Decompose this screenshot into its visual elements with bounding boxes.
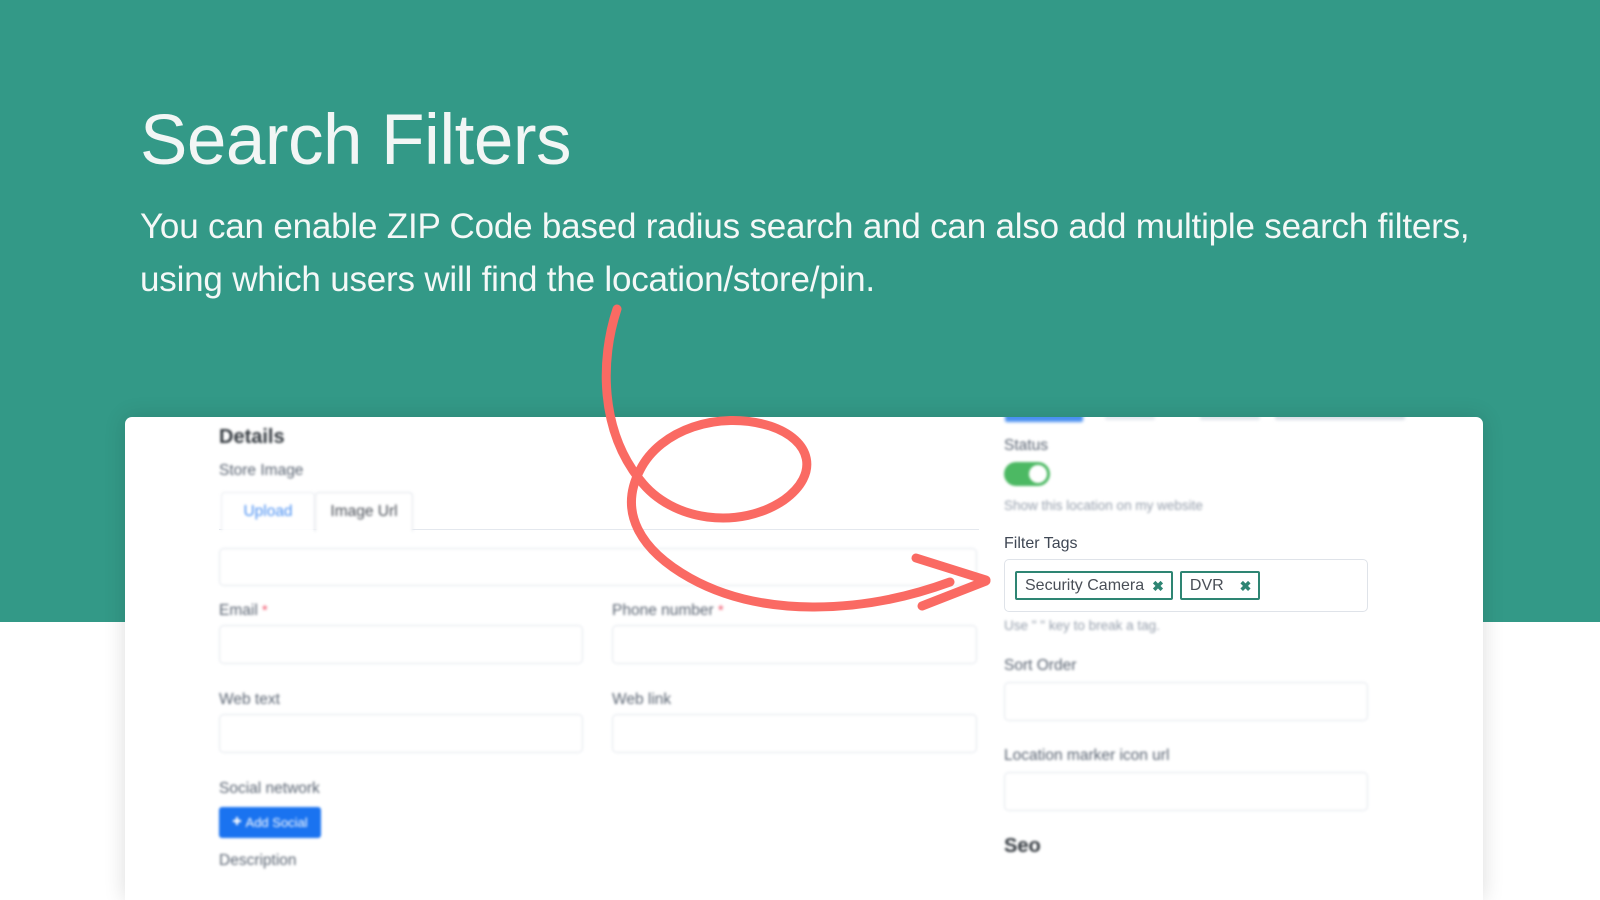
- details-panel: Details Store Image Upload Image Url Ema…: [219, 417, 999, 900]
- tab-upload[interactable]: Upload: [221, 492, 315, 531]
- page-title: Search Filters: [140, 101, 571, 180]
- tag-remove-icon[interactable]: ✖: [1240, 579, 1252, 593]
- description-label: Description: [219, 852, 297, 869]
- status-hint: Show this location on my website: [1004, 498, 1203, 513]
- filter-tags-label: Filter Tags: [1004, 535, 1078, 552]
- app-screenshot-card: Details Store Image Upload Image Url Ema…: [125, 417, 1483, 900]
- sort-order-field[interactable]: [1004, 682, 1368, 721]
- add-social-label: Add Social: [245, 815, 308, 830]
- tag-chip[interactable]: DVR ✖: [1179, 571, 1261, 600]
- image-source-tabs: Upload Image Url: [219, 492, 979, 532]
- phone-label: Phone number *: [612, 602, 724, 620]
- email-label-text: Email: [219, 602, 258, 619]
- web-link-label: Web link: [612, 691, 672, 708]
- toggle-knob: [1029, 465, 1047, 483]
- required-star: *: [257, 602, 268, 619]
- add-social-button[interactable]: ✚ Add Social: [219, 807, 321, 838]
- page-subtitle: You can enable ZIP Code based radius sea…: [140, 207, 1470, 299]
- marker-url-field[interactable]: [1004, 772, 1368, 811]
- details-section-heading: Details: [219, 426, 285, 448]
- email-field[interactable]: [219, 625, 583, 664]
- email-label: Email *: [219, 602, 268, 620]
- status-label: Status: [1004, 437, 1048, 454]
- web-text-field[interactable]: [219, 714, 583, 753]
- phone-label-text: Phone number: [612, 602, 714, 619]
- social-network-label: Social network: [219, 780, 320, 797]
- settings-panel: Status Show this location on my website …: [1004, 417, 1404, 900]
- tag-chip[interactable]: Security Camera ✖: [1015, 571, 1173, 600]
- phone-field[interactable]: [612, 625, 977, 664]
- sort-order-label: Sort Order: [1004, 657, 1077, 674]
- image-url-input[interactable]: [219, 548, 977, 586]
- store-image-label: Store Image: [219, 462, 304, 479]
- web-link-field[interactable]: [612, 714, 977, 753]
- marker-url-label: Location marker icon url: [1004, 747, 1170, 764]
- tag-remove-icon[interactable]: ✖: [1152, 579, 1164, 593]
- required-star: *: [713, 602, 724, 619]
- status-toggle[interactable]: [1004, 462, 1050, 486]
- filter-tags-input[interactable]: Security Camera ✖ DVR ✖: [1004, 559, 1368, 612]
- web-text-label: Web text: [219, 691, 280, 708]
- tag-label: Security Camera: [1025, 576, 1145, 594]
- tag-label: DVR: [1189, 576, 1224, 594]
- tab-image-url[interactable]: Image Url: [315, 492, 413, 532]
- filter-tags-hint: Use " " key to break a tag.: [1004, 618, 1160, 633]
- seo-section-heading: Seo: [1004, 835, 1041, 857]
- plus-icon: ✚: [232, 816, 242, 828]
